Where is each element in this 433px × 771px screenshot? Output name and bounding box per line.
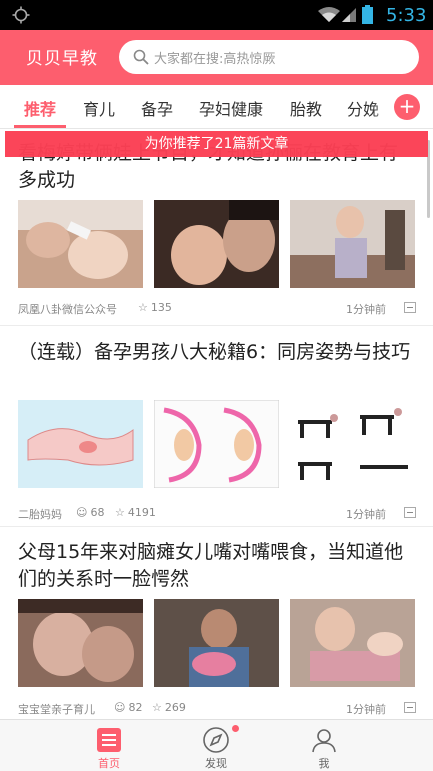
- article-time: 1分钟前: [346, 703, 386, 716]
- likes-value: 135: [150, 301, 172, 314]
- comments-count: ☺ 68: [76, 506, 104, 519]
- comment-icon: ☺: [76, 506, 88, 519]
- article-source: 凤凰八卦微信公众号: [18, 303, 117, 316]
- article-card[interactable]: 父母15年来对脑瘫女儿嘴对嘴喂食，当知道他们的关系时一脸愕然 宝宝堂亲子育儿 ☺…: [0, 527, 433, 719]
- compass-icon: [203, 727, 229, 753]
- active-tab-indicator: [14, 125, 66, 128]
- comments-value: 82: [128, 701, 143, 714]
- thumbnail-image: [18, 599, 143, 687]
- article-thumbnails: [18, 599, 416, 687]
- signal-icon: [342, 8, 356, 22]
- add-category-button[interactable]: +: [394, 94, 420, 120]
- article-feed[interactable]: 看梅婷带俩娃上节目，才知道孙俪在教育上有多成功 凤凰八卦微信公众号 ☆135 1…: [0, 129, 433, 719]
- thumbnail-image: [154, 400, 279, 488]
- likes-value: 269: [164, 701, 186, 714]
- article-card[interactable]: 看梅婷带俩娃上节目，才知道孙俪在教育上有多成功 凤凰八卦微信公众号 ☆135 1…: [0, 129, 433, 326]
- status-bar: 5:33: [0, 0, 433, 30]
- nav-discover-label: 发现: [205, 757, 227, 770]
- thumbnail-image: [154, 200, 279, 288]
- thumbnail-image: [290, 400, 415, 488]
- article-title[interactable]: （连载）备孕男孩八大秘籍6：同房姿势与技巧: [18, 339, 416, 366]
- article-meta: 二胎妈妈 ☺ 68 ☆ 4191 1分钟前: [18, 506, 416, 524]
- comments-count: ☺ 82: [114, 701, 142, 714]
- star-icon: ☆: [152, 701, 162, 714]
- wifi-icon: [318, 7, 340, 22]
- new-articles-toast: 为你推荐了21篇新文章: [5, 131, 428, 157]
- article-title[interactable]: 父母15年来对脑瘫女儿嘴对嘴喂食，当知道他们的关系时一脸愕然: [18, 539, 416, 593]
- comments-value: 68: [90, 506, 105, 519]
- nav-me-label: 我: [318, 757, 330, 770]
- dismiss-article-button[interactable]: [404, 507, 416, 518]
- likes-count: ☆ 269: [152, 701, 186, 714]
- nav-home[interactable]: 首页: [64, 720, 154, 771]
- user-icon: [312, 729, 336, 753]
- article-card[interactable]: （连载）备孕男孩八大秘籍6：同房姿势与技巧 二胎妈妈 ☺ 68 ☆ 4191 1分钟…: [0, 326, 433, 527]
- article-time: 1分钟前: [346, 508, 386, 521]
- article-meta: 凤凰八卦微信公众号 ☆ 135 1分钟前: [18, 301, 416, 319]
- article-time: 1分钟前: [346, 303, 386, 316]
- nav-discover[interactable]: 发现: [171, 720, 261, 771]
- battery-icon: [362, 5, 373, 24]
- comment-icon: ☺: [114, 701, 126, 714]
- gps-icon: [12, 6, 30, 24]
- likes-count: ☆ 4191: [115, 506, 156, 519]
- category-tabs: 推荐 育儿 备孕 孕妇健康 胎教 分娩 +: [0, 85, 433, 129]
- tab-pre-pregnancy[interactable]: 备孕: [141, 96, 173, 120]
- home-list-icon: [97, 728, 121, 752]
- likes-count: ☆ 135: [138, 301, 172, 314]
- tab-pregnancy-health[interactable]: 孕妇健康: [199, 96, 263, 120]
- article-thumbnails: [18, 400, 416, 488]
- clock: 5:33: [386, 5, 427, 26]
- thumbnail-image: [290, 200, 415, 288]
- star-icon: ☆: [115, 506, 125, 519]
- bottom-navigation: 首页 发现 我: [0, 719, 433, 771]
- thumbnail-image: [154, 599, 279, 687]
- article-meta: 宝宝堂亲子育儿 ☺ 82 ☆ 269 1分钟前: [18, 701, 416, 719]
- tab-parenting[interactable]: 育儿: [83, 96, 115, 120]
- article-source: 宝宝堂亲子育儿: [18, 703, 95, 716]
- nav-home-label: 首页: [98, 757, 120, 770]
- search-input[interactable]: 大家都在搜:高热惊厥: [119, 40, 419, 74]
- tab-fade: [372, 85, 394, 128]
- search-icon: [133, 49, 149, 65]
- search-placeholder: 大家都在搜:高热惊厥: [154, 52, 276, 67]
- notification-dot: [232, 725, 239, 732]
- app-title: 贝贝早教: [26, 49, 98, 69]
- tab-recommend[interactable]: 推荐: [24, 96, 56, 120]
- thumbnail-image: [18, 200, 143, 288]
- dismiss-article-button[interactable]: [404, 702, 416, 713]
- likes-value: 4191: [127, 506, 156, 519]
- thumbnail-image: [18, 400, 143, 488]
- star-icon: ☆: [138, 301, 148, 314]
- thumbnail-image: [290, 599, 415, 687]
- tab-prenatal-education[interactable]: 胎教: [290, 96, 322, 120]
- article-thumbnails: [18, 200, 416, 288]
- top-header: 贝贝早教 大家都在搜:高热惊厥: [0, 30, 433, 85]
- article-source: 二胎妈妈: [18, 508, 62, 521]
- dismiss-article-button[interactable]: [404, 302, 416, 313]
- nav-me[interactable]: 我: [279, 720, 369, 771]
